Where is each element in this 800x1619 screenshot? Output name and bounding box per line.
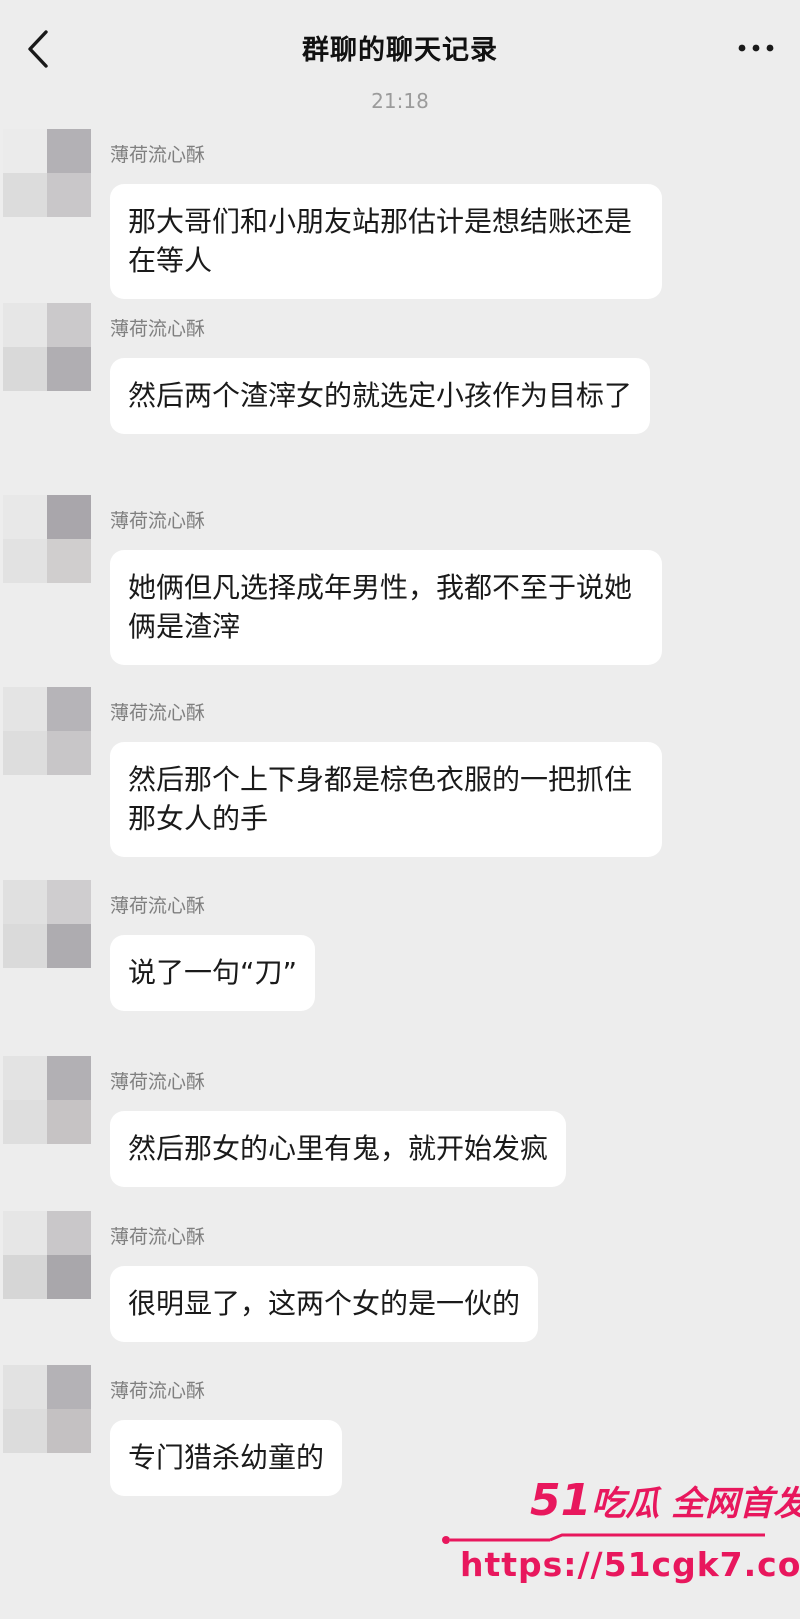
sender-name: 薄荷流心酥 [110,1071,206,1093]
sender-name: 薄荷流心酥 [110,1226,206,1248]
more-dots-icon [738,44,774,52]
watermark: 51吃瓜 全网首发 https://51cgk7.com [440,1475,800,1595]
message-timestamp: 21:18 [371,89,429,113]
sender-name: 薄荷流心酥 [110,895,206,917]
message-bubble[interactable]: 那大哥们和小朋友站那估计是想结账还是在等人 [110,184,662,299]
message-bubble[interactable]: 说了一句“刀” [110,935,316,1011]
chat-header: 群聊的聊天记录 [0,0,800,92]
message-bubble[interactable]: 然后两个渣滓女的就选定小孩作为目标了 [110,358,651,434]
avatar[interactable] [3,1211,91,1299]
avatar[interactable] [3,129,91,217]
sender-name: 薄荷流心酥 [110,702,206,724]
message-bubble[interactable]: 专门猎杀幼童的 [110,1420,343,1496]
message-bubble[interactable]: 她俩但凡选择成年男性，我都不至于说她俩是渣滓 [110,550,662,665]
sender-name: 薄荷流心酥 [110,318,206,340]
page-title: 群聊的聊天记录 [302,35,498,66]
sender-name: 薄荷流心酥 [110,510,206,532]
watermark-brand: 51吃瓜 全网首发 [530,1475,800,1526]
sender-name: 薄荷流心酥 [110,1380,206,1402]
avatar[interactable] [3,687,91,775]
message-bubble[interactable]: 然后那女的心里有鬼，就开始发疯 [110,1111,567,1187]
avatar[interactable] [3,303,91,391]
avatar[interactable] [3,1056,91,1144]
avatar[interactable] [3,495,91,583]
message-bubble[interactable]: 然后那个上下身都是棕色衣服的一把抓住那女人的手 [110,742,662,857]
sender-name: 薄荷流心酥 [110,144,206,166]
avatar[interactable] [3,1365,91,1453]
watermark-brand-text: 吃瓜 全网首发 [591,1484,800,1524]
avatar[interactable] [3,880,91,968]
message-bubble[interactable]: 很明显了，这两个女的是一伙的 [110,1266,539,1342]
watermark-brand-number: 51 [530,1475,592,1526]
more-button[interactable] [736,36,776,60]
watermark-url: https://51cgk7.com [460,1545,800,1584]
